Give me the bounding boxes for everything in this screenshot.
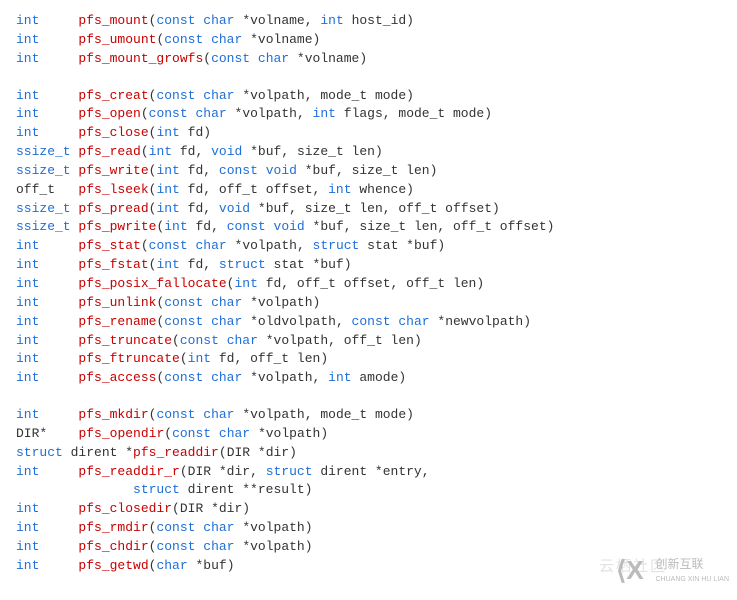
code-line: ssize_t pfs_read(int fd, void *buf, size…	[16, 143, 721, 162]
code-line: int pfs_mkdir(const char *volpath, mode_…	[16, 406, 721, 425]
code-line: int pfs_getwd(char *buf)	[16, 557, 721, 576]
code-line: int pfs_mount_growfs(const char *volname…	[16, 50, 721, 69]
code-line: ssize_t pfs_pread(int fd, void *buf, siz…	[16, 200, 721, 219]
code-line: off_t pfs_lseek(int fd, off_t offset, in…	[16, 181, 721, 200]
code-line: int pfs_readdir_r(DIR *dir, struct diren…	[16, 463, 721, 482]
code-line: int pfs_posix_fallocate(int fd, off_t of…	[16, 275, 721, 294]
code-line: int pfs_close(int fd)	[16, 124, 721, 143]
code-line: int pfs_truncate(const char *volpath, of…	[16, 332, 721, 351]
code-line: int pfs_mount(const char *volname, int h…	[16, 12, 721, 31]
code-line: DIR* pfs_opendir(const char *volpath)	[16, 425, 721, 444]
code-line: int pfs_ftruncate(int fd, off_t len)	[16, 350, 721, 369]
code-line: int pfs_creat(const char *volpath, mode_…	[16, 87, 721, 106]
watermark-pinyin: CHUANG XIN HU LIAN	[655, 576, 729, 583]
code-line: int pfs_rmdir(const char *volpath)	[16, 519, 721, 538]
code-line: int pfs_fstat(int fd, struct stat *buf)	[16, 256, 721, 275]
code-line: ssize_t pfs_pwrite(int fd, const void *b…	[16, 218, 721, 237]
code-line: int pfs_rename(const char *oldvolpath, c…	[16, 313, 721, 332]
code-line: int pfs_stat(const char *volpath, struct…	[16, 237, 721, 256]
code-line: struct dirent *pfs_readdir(DIR *dir)	[16, 444, 721, 463]
code-line: int pfs_access(const char *volpath, int …	[16, 369, 721, 388]
code-line: int pfs_chdir(const char *volpath)	[16, 538, 721, 557]
code-line: struct dirent **result)	[16, 481, 721, 500]
code-block: int pfs_mount(const char *volname, int h…	[16, 12, 721, 576]
code-line: int pfs_umount(const char *volname)	[16, 31, 721, 50]
code-line: int pfs_open(const char *volpath, int fl…	[16, 105, 721, 124]
code-line: int pfs_closedir(DIR *dir)	[16, 500, 721, 519]
code-line: int pfs_unlink(const char *volpath)	[16, 294, 721, 313]
code-line: ssize_t pfs_write(int fd, const void *bu…	[16, 162, 721, 181]
